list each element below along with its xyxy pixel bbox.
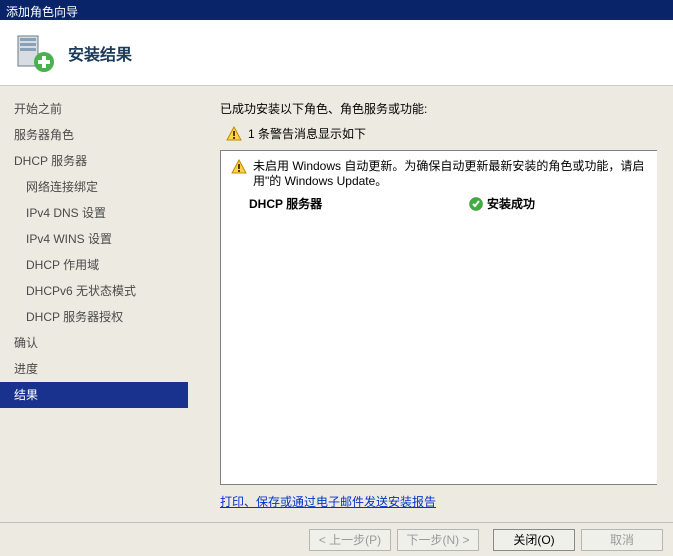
sidebar-item-4[interactable]: IPv4 DNS 设置 [0,200,188,226]
success-icon [469,197,483,211]
page-title: 安装结果 [68,41,132,65]
sidebar-item-7[interactable]: DHCPv6 无状态模式 [0,278,188,304]
sidebar-item-5[interactable]: IPv4 WINS 设置 [0,226,188,252]
sidebar-item-11[interactable]: 结果 [0,382,188,408]
close-button[interactable]: 关闭(O) [493,529,575,551]
cancel-button: 取消 [581,529,663,551]
prev-button: < 上一步(P) [309,529,391,551]
role-status: 安装成功 [487,195,535,212]
sidebar-item-3[interactable]: 网络连接绑定 [0,174,188,200]
next-button: 下一步(N) > [397,529,479,551]
warning-icon [231,159,247,175]
update-warning-row: 未启用 Windows 自动更新。为确保自动更新最新安装的角色或功能，请启用"的… [231,159,647,189]
sidebar-item-9[interactable]: 确认 [0,330,188,356]
sidebar-item-0[interactable]: 开始之前 [0,96,188,122]
warning-icon [226,126,242,142]
wizard-header: 安装结果 [0,20,673,86]
server-add-icon [14,32,56,74]
sidebar-item-6[interactable]: DHCP 作用域 [0,252,188,278]
report-link[interactable]: 打印、保存或通过电子邮件发送安装报告 [220,493,657,510]
sidebar-item-2[interactable]: DHCP 服务器 [0,148,188,174]
warning-summary-text: 1 条警告消息显示如下 [248,125,366,142]
window-title: 添加角色向导 [6,5,78,19]
sidebar-item-1[interactable]: 服务器角色 [0,122,188,148]
wizard-body: 开始之前服务器角色DHCP 服务器网络连接绑定IPv4 DNS 设置IPv4 W… [0,86,673,522]
wizard-sidebar: 开始之前服务器角色DHCP 服务器网络连接绑定IPv4 DNS 设置IPv4 W… [0,86,188,522]
results-box: 未启用 Windows 自动更新。为确保自动更新最新安装的角色或功能，请启用"的… [220,150,657,485]
main-panel: 已成功安装以下角色、角色服务或功能: 1 条警告消息显示如下 [188,86,673,522]
wizard-footer: < 上一步(P) 下一步(N) > 关闭(O) 取消 [0,522,673,556]
intro-text: 已成功安装以下角色、角色服务或功能: [220,100,657,117]
window-titlebar: 添加角色向导 [0,0,673,20]
role-result-row: DHCP 服务器 安装成功 [231,195,647,212]
update-warning-text: 未启用 Windows 自动更新。为确保自动更新最新安装的角色或功能，请启用"的… [253,159,647,189]
warning-summary-row: 1 条警告消息显示如下 [220,125,657,142]
sidebar-item-10[interactable]: 进度 [0,356,188,382]
sidebar-item-8[interactable]: DHCP 服务器授权 [0,304,188,330]
role-name: DHCP 服务器 [249,195,469,212]
